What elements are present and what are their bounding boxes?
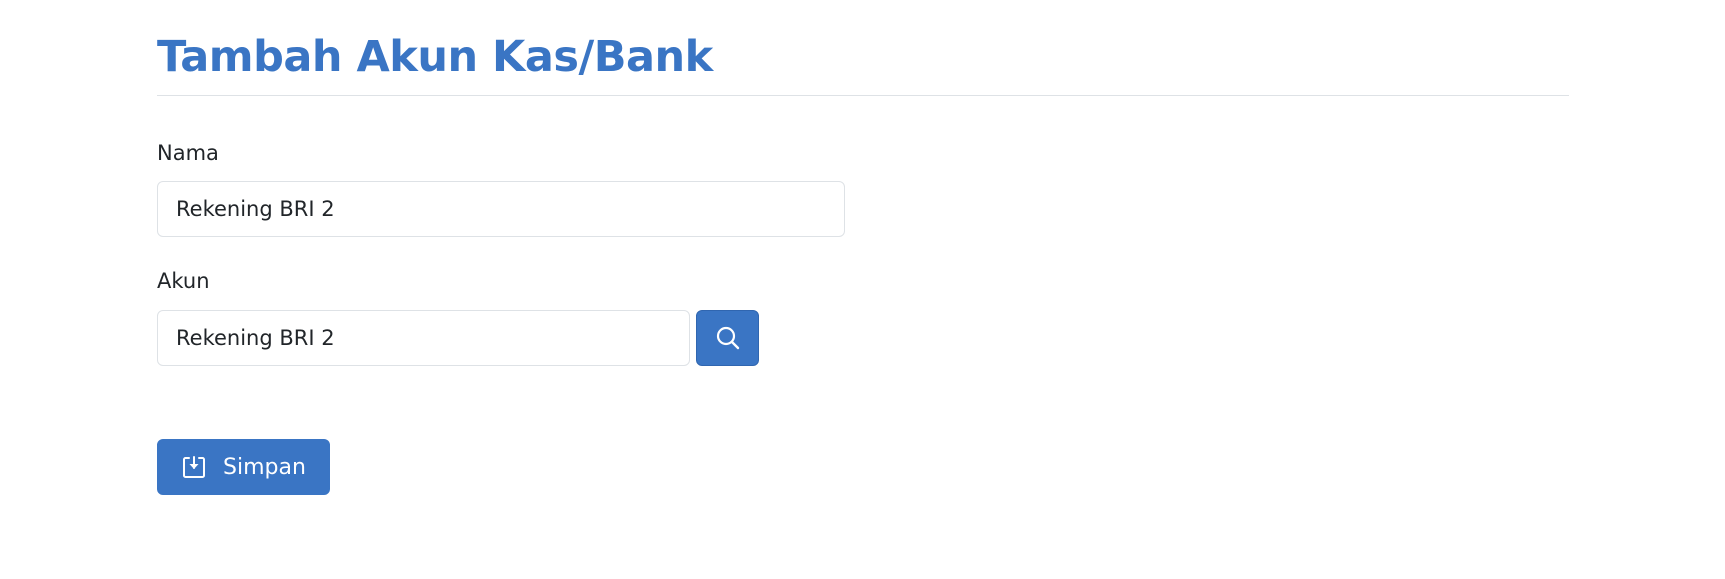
page: Tambah Akun Kas/Bank Nama Akun Simpan: [0, 0, 1725, 579]
akun-search-button[interactable]: [696, 310, 759, 366]
search-icon: [715, 325, 741, 351]
save-button-label: Simpan: [223, 454, 306, 480]
title-divider: [157, 95, 1569, 96]
nama-label: Nama: [157, 141, 219, 165]
save-icon: [181, 454, 207, 480]
save-button[interactable]: Simpan: [157, 439, 330, 495]
page-title: Tambah Akun Kas/Bank: [157, 32, 713, 82]
akun-input[interactable]: [157, 310, 690, 366]
nama-input[interactable]: [157, 181, 845, 237]
akun-label: Akun: [157, 269, 210, 293]
